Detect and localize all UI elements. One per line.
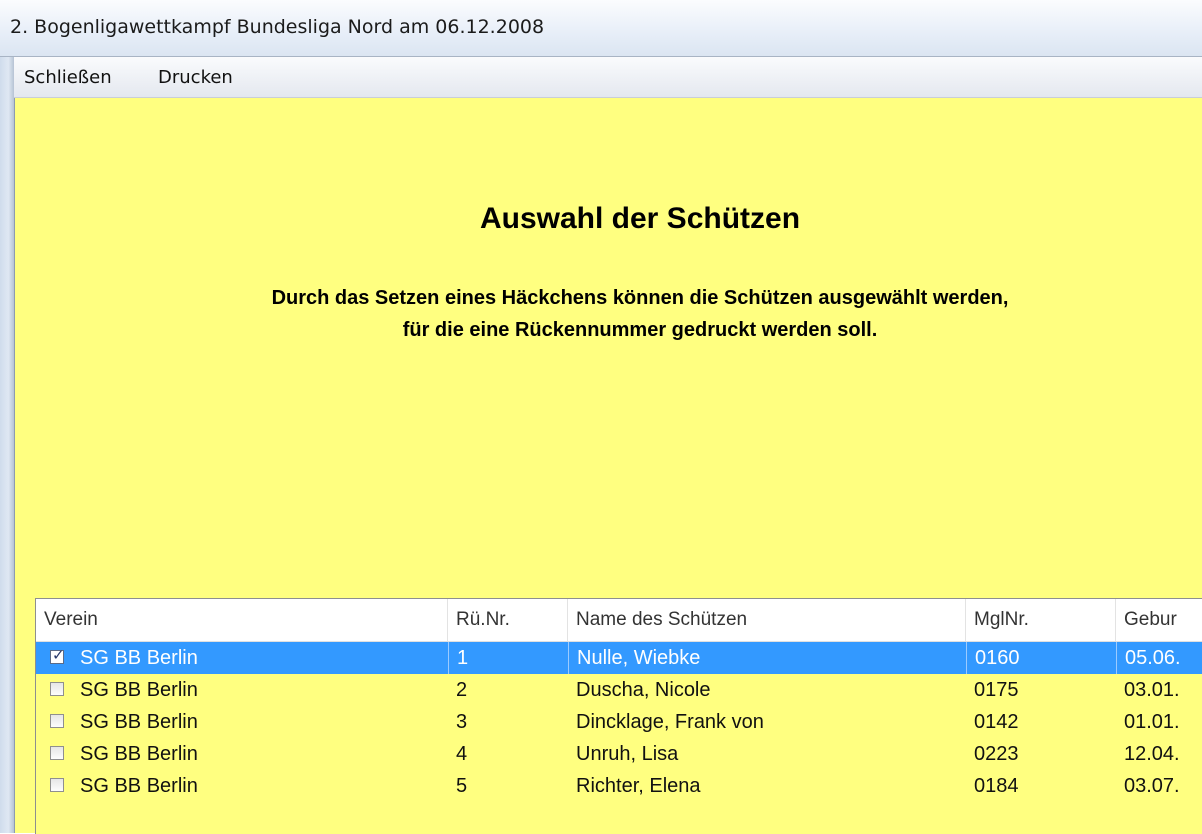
cell-verein: SG BB Berlin <box>80 743 198 765</box>
cell-geburtsdatum: 03.07. <box>1124 775 1180 797</box>
cell-mitgliedsnummer: 0184 <box>974 775 1019 797</box>
cell-rueckennummer: 4 <box>456 743 468 765</box>
menu-print[interactable]: Drucken <box>158 67 233 88</box>
client-area: Auswahl der Schützen Durch das Setzen ei… <box>15 98 1202 834</box>
table-row[interactable]: SG BB Berlin 2 Duscha, Nicole 0175 03.01. <box>36 674 1202 706</box>
cell-name: Unruh, Lisa <box>576 743 679 765</box>
cell-geburtsdatum: 01.01. <box>1124 711 1180 733</box>
cell-rueckennummer: 5 <box>456 775 468 797</box>
column-header-name[interactable]: Name des Schützen <box>568 599 966 641</box>
cell-verein: SG BB Berlin <box>80 711 198 733</box>
cell-rueckennummer: 3 <box>456 711 468 733</box>
cell-mitgliedsnummer: 0223 <box>974 743 1019 765</box>
window-frame-left <box>0 57 15 833</box>
menu-bar: Schließen Drucken <box>14 57 1202 98</box>
table-row[interactable]: SG BB Berlin 3 Dincklage, Frank von 0142 01.… <box>36 706 1202 738</box>
row-checkbox[interactable] <box>50 778 64 792</box>
cell-geburtsdatum: 03.01. <box>1124 679 1180 701</box>
column-header-rueckennummer[interactable]: Rü.Nr. <box>448 599 568 641</box>
cell-verein: SG BB Berlin <box>80 775 198 797</box>
menu-close[interactable]: Schließen <box>24 67 112 88</box>
cell-name: Richter, Elena <box>576 775 701 797</box>
table-row[interactable]: ✓ SG BB Berlin 1 Nulle, Wiebke 0160 05.06. <box>36 642 1202 674</box>
column-header-verein[interactable]: Verein <box>36 599 448 641</box>
cell-name: Duscha, Nicole <box>576 679 711 701</box>
page-title: Auswahl der Schützen <box>479 202 801 235</box>
table-row[interactable]: SG BB Berlin 4 Unruh, Lisa 0223 12.04. <box>36 738 1202 770</box>
list-header: Verein Rü.Nr. Name des Schützen MglNr. G… <box>36 599 1202 642</box>
row-checkbox[interactable]: ✓ <box>50 646 65 664</box>
column-header-geburtsdatum[interactable]: Gebur <box>1116 599 1202 641</box>
cell-mitgliedsnummer: 0175 <box>974 679 1019 701</box>
row-checkbox[interactable] <box>50 746 64 760</box>
checkmark-icon: ✓ <box>52 646 65 664</box>
column-header-mitgliedsnummer[interactable]: MglNr. <box>966 599 1116 641</box>
window-title: 2. Bogenligawettkampf Bundesliga Nord am… <box>10 16 545 38</box>
cell-name: Nulle, Wiebke <box>568 642 966 674</box>
row-checkbox[interactable] <box>50 714 64 728</box>
cell-verein: SG BB Berlin <box>80 647 198 669</box>
cell-name: Dincklage, Frank von <box>576 711 764 733</box>
row-checkbox[interactable] <box>50 682 64 696</box>
cell-geburtsdatum: 12.04. <box>1124 743 1180 765</box>
description-line-2: für die eine Rückennummer gedruckt werde… <box>402 319 878 341</box>
table-row[interactable]: SG BB Berlin 5 Richter, Elena 0184 03.07. <box>36 770 1202 802</box>
shooter-list[interactable]: Verein Rü.Nr. Name des Schützen MglNr. G… <box>35 598 1202 834</box>
cell-mitgliedsnummer: 0160 <box>966 642 1116 674</box>
cell-rueckennummer: 2 <box>456 679 468 701</box>
cell-verein: SG BB Berlin <box>80 679 198 701</box>
cell-geburtsdatum: 05.06. <box>1116 642 1202 674</box>
title-bar[interactable]: 2. Bogenligawettkampf Bundesliga Nord am… <box>0 0 1202 57</box>
cell-rueckennummer: 1 <box>448 642 568 674</box>
description-line-1: Durch das Setzen eines Häckchens können … <box>271 287 1009 309</box>
cell-mitgliedsnummer: 0142 <box>974 711 1019 733</box>
